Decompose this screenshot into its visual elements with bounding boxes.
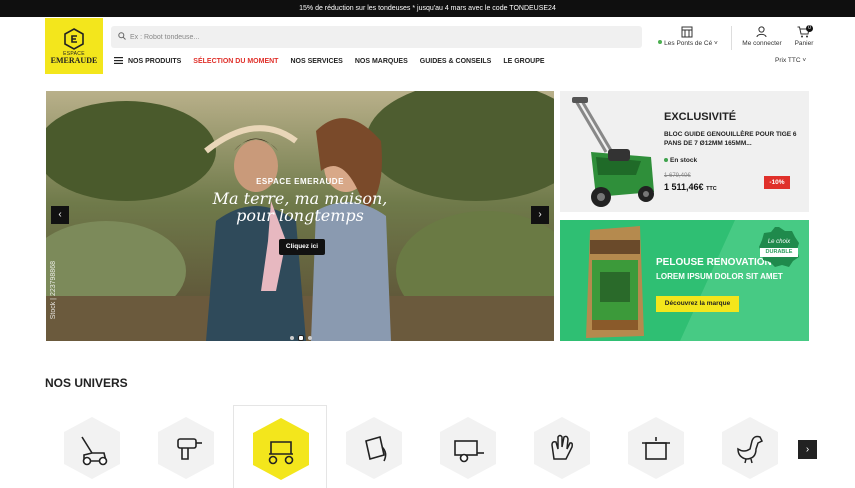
promo-heading: PELOUSE RENOVATION <box>656 257 772 268</box>
paint-bucket-icon <box>346 417 402 479</box>
discover-brand-button[interactable]: Découvrez la marque <box>656 296 739 312</box>
chevron-right-icon: › <box>805 444 810 455</box>
univers-tile-lawnmower[interactable] <box>45 405 139 488</box>
promo-heading: EXCLUSIVITÉ <box>664 111 737 123</box>
carousel-dot[interactable] <box>308 336 312 340</box>
lawnmower-product-image <box>572 97 654 207</box>
carousel-next-button[interactable]: › <box>531 206 549 224</box>
hero-tagline: Ma terre, ma maison, pour longtemps <box>46 190 554 224</box>
nav-group[interactable]: LE GROUPE <box>503 58 544 65</box>
nav-services[interactable]: NOS SERVICES <box>290 58 342 65</box>
hero-tagline-line-2: pour longtemps <box>236 206 364 225</box>
discount-badge: -10% <box>764 176 790 189</box>
stock-status: En stock <box>664 157 697 164</box>
promo-card-pelouse[interactable]: PELOUSE RENOVATION LOREM IPSUM DOLOR SIT… <box>560 220 809 341</box>
search-input[interactable] <box>130 29 630 45</box>
promo-card-exclusivite[interactable]: EXCLUSIVITÉ BLOC GUIDE GENOUILLÈRE POUR … <box>560 91 809 212</box>
logo-hexagon-icon <box>64 28 84 50</box>
nav-products-label: NOS PRODUITS <box>128 58 182 65</box>
sustainable-choice-seal <box>759 227 799 267</box>
univers-tile-tools[interactable] <box>139 405 233 488</box>
hero-cta-button[interactable]: Cliquez ici <box>279 239 325 255</box>
carousel-dot[interactable] <box>290 336 294 340</box>
main-nav: NOS PRODUITS SÉLECTION DU MOMENT NOS SER… <box>114 55 557 67</box>
carousel-dots <box>290 327 316 341</box>
seal-badge-text: DURABLE <box>760 248 798 257</box>
carousel-dot-active[interactable] <box>298 335 304 341</box>
cart-link[interactable]: 0 Panier <box>790 25 818 51</box>
nav-guides[interactable]: GUIDES & CONSEILS <box>420 58 492 65</box>
old-price: 1 679,40€ <box>664 173 691 179</box>
univers-tile-paint[interactable] <box>327 405 421 488</box>
univers-tile-trailer[interactable] <box>421 405 515 488</box>
store-selector[interactable]: Les Ponts de Cé ˅ <box>654 25 722 51</box>
store-icon <box>681 26 693 38</box>
carousel-prev-button[interactable]: ‹ <box>51 206 69 224</box>
user-icon <box>756 26 767 38</box>
hero-carousel[interactable]: ESPACE EMERAUDE Ma terre, ma maison, pou… <box>46 91 554 341</box>
hen-icon <box>722 417 778 479</box>
glove-icon <box>534 417 590 479</box>
logo-line-2: EMERAUDE <box>50 56 98 65</box>
chevron-left-icon: ‹ <box>58 209 62 220</box>
photo-credit: Stock | 223798868 <box>50 261 57 320</box>
promo-subheading: LOREM IPSUM DOLOR SIT AMET <box>656 272 783 281</box>
menu-icon <box>114 57 123 64</box>
cooking-pot-icon <box>628 417 684 479</box>
search-icon <box>118 32 126 40</box>
univers-tile-motoculture[interactable] <box>233 405 327 488</box>
site-logo[interactable]: ESPACE EMERAUDE <box>45 18 103 74</box>
store-name: Les Ponts de Cé <box>664 40 713 47</box>
stock-label: En stock <box>670 157 698 164</box>
hero-tagline-line-1: Ma terre, ma maison, <box>212 189 388 208</box>
seal-top-text: Le choix <box>767 239 791 245</box>
account-label: Me connecter <box>742 40 782 47</box>
header-divider <box>731 26 732 50</box>
univers-tiles <box>45 405 835 488</box>
search-bar[interactable] <box>111 26 642 48</box>
stock-dot <box>664 158 668 162</box>
trailer-icon <box>440 417 496 479</box>
univers-tile-animals[interactable] <box>703 405 797 488</box>
store-label: Les Ponts de Cé ˅ <box>654 40 722 47</box>
tractor-seat-icon <box>253 418 309 480</box>
nav-selection[interactable]: SÉLECTION DU MOMENT <box>193 58 278 65</box>
cart-count-badge: 0 <box>806 25 813 32</box>
price-mode-selector[interactable]: Prix TTC ˅ <box>775 57 806 64</box>
account-link[interactable]: Me connecter <box>738 25 786 51</box>
univers-title: NOS UNIVERS <box>45 376 128 390</box>
nav-brands[interactable]: NOS MARQUES <box>355 58 408 65</box>
lawnmower-icon <box>64 417 120 479</box>
new-price-value: 1 511,46€ <box>664 182 704 192</box>
store-status-dot <box>658 40 663 44</box>
promo-product-name[interactable]: BLOC GUIDE GENOUILLÈRE POUR TIGE 6 PANS … <box>664 130 799 148</box>
nav-products[interactable]: NOS PRODUITS <box>114 57 181 65</box>
price-mode-label: Prix TTC <box>775 57 801 64</box>
univers-next-button[interactable]: › <box>798 440 817 459</box>
drill-icon <box>158 417 214 479</box>
univers-tile-kitchen[interactable] <box>609 405 703 488</box>
univers-tile-protection[interactable] <box>515 405 609 488</box>
new-price: 1 511,46€ TTC <box>664 182 717 192</box>
promo-banner[interactable]: 15% de réduction sur les tondeuses * jus… <box>0 0 855 17</box>
price-suffix: TTC <box>706 186 717 192</box>
hero-brand: ESPACE EMERAUDE <box>256 177 344 186</box>
cart-label: Panier <box>794 40 814 47</box>
chevron-right-icon: › <box>538 209 542 220</box>
